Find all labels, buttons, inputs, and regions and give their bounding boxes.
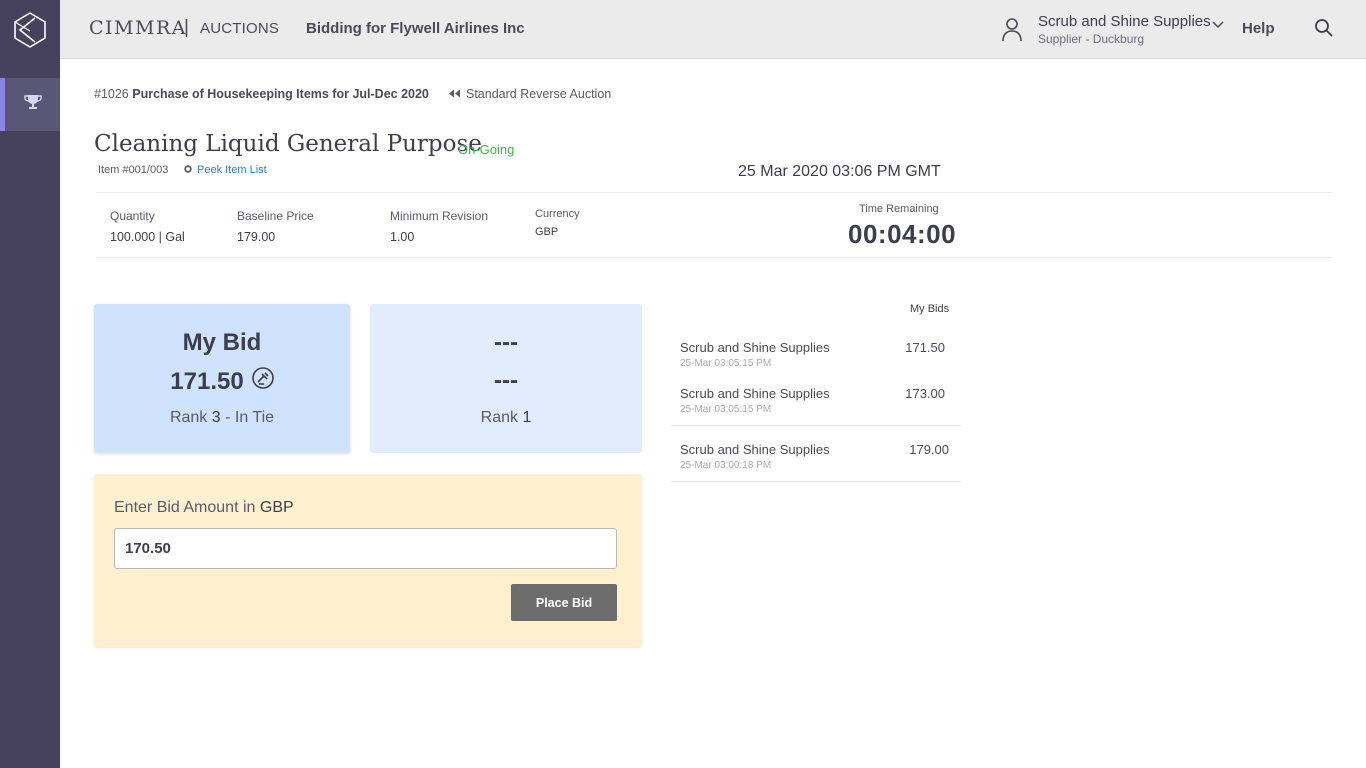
rank-tie-note: - In Tie [225,409,275,426]
baseline-price-value: 179.00 [237,230,276,244]
rank-number: 3 [211,409,221,426]
bid-amount-input[interactable] [114,528,617,569]
module-name[interactable]: AUCTIONS [200,20,279,37]
chevron-down-icon[interactable] [1212,16,1224,34]
minimum-revision-label: Minimum Revision [390,209,489,223]
rank-number: 1 [522,409,532,426]
currency-field: Currency GBP [535,208,580,238]
rewind-icon [448,87,461,101]
quantity-label: Quantity [110,209,155,223]
currency-label: Currency [535,208,580,220]
circle-dot-icon [184,164,192,176]
top-rank-card: --- --- Rank 1 [370,304,642,453]
auto-bid-icon[interactable] [251,367,274,396]
auction-datetime: 25 Mar 2020 03:06 PM GMT [738,163,941,180]
bid-supplier: Scrub and Shine Supplies [680,442,830,457]
time-remaining-value: 00:04:00 [848,219,957,249]
my-bids-title: My Bids [910,303,950,315]
my-bid-title: My Bid [182,329,262,356]
search-icon[interactable] [1314,18,1334,43]
item-number: Item #001/003 [98,164,169,176]
quantity-field: Quantity 100.000 | Gal [110,209,185,244]
cimmra-logo-icon[interactable] [0,0,60,60]
minimum-revision-field: Minimum Revision 1.00 [390,209,488,244]
bid-history-row: Scrub and Shine Supplies 25-Mar 03:05:15… [670,386,962,422]
bid-amount: 173.00 [905,386,945,401]
bid-history-row: Scrub and Shine Supplies 25-Mar 03:05:15… [670,340,962,376]
top-bid-amount: --- [494,367,518,394]
brand-separator: | [184,17,189,38]
bid-amount-label: Enter Bid Amount in GBP [114,499,294,517]
auction-number: #1026 [94,87,129,101]
bid-amount: 179.00 [909,442,949,457]
item-title: Cleaning Liquid General Purpose [94,131,482,157]
bid-time: 25-Mar 03:05:15 PM [680,358,772,369]
top-bar: CIMMRA | AUCTIONS Bidding for Flywell Ai… [60,0,1366,59]
top-bid-line1: --- [494,329,518,356]
bid-currency: GBP [259,499,294,516]
status-badge: On-Going [458,142,515,157]
item-details: Quantity 100.000 | Gal Baseline Price 17… [96,192,1332,258]
bid-supplier: Scrub and Shine Supplies [680,386,830,401]
auction-breadcrumb: #1026 Purchase of Housekeeping Items for… [94,87,429,101]
my-bid-rank: Rank 3 - In Tie [94,409,350,427]
bid-amount-label-text: Enter Bid Amount in [114,499,256,516]
place-bid-button[interactable]: Place Bid [511,584,617,621]
my-bid-amount: 171.50 [170,367,244,395]
top-bid-line2: --- [370,367,642,395]
my-bid-amount-row: 171.50 [94,367,350,396]
bid-time: 25-Mar 03:00:18 PM [680,460,772,471]
currency-value: GBP [535,226,559,238]
bid-history-row: Scrub and Shine Supplies 25-Mar 03:00:18… [670,442,962,478]
bids-divider [670,425,962,426]
time-remaining-label: Time Remaining [859,203,939,215]
trophy-icon [23,94,42,115]
my-bid-card: My Bid 171.50 Rank 3 - In Tie [94,304,350,453]
user-icon[interactable] [1001,16,1023,47]
brand-name[interactable]: CIMMRA [89,17,187,39]
bid-supplier: Scrub and Shine Supplies [680,340,830,355]
auction-type-label: Standard Reverse Auction [466,87,612,101]
bid-entry-panel: Enter Bid Amount in GBP Place Bid [94,474,642,647]
user-menu-name[interactable]: Scrub and Shine Supplies [1038,13,1211,30]
user-role: Supplier - Duckburg [1038,32,1145,46]
minimum-revision-value: 1.00 [390,230,415,244]
auction-name[interactable]: Purchase of Housekeeping Items for Jul-D… [132,87,429,101]
bid-time: 25-Mar 03:05:15 PM [680,404,772,415]
nav-auctions[interactable] [0,78,60,131]
peek-item-list-link[interactable]: Peek Item List [184,164,267,176]
help-link[interactable]: Help [1242,20,1275,37]
baseline-price-field: Baseline Price 179.00 [237,209,314,244]
rank-prefix: Rank [480,409,518,426]
top-bid-rank: Rank 1 [370,409,642,427]
bids-divider [670,481,962,482]
side-rail [0,0,60,768]
baseline-price-label: Baseline Price [237,209,314,223]
auction-type: Standard Reverse Auction [448,87,611,101]
peek-item-list-label: Peek Item List [197,164,267,176]
quantity-value: 100.000 | Gal [110,230,185,244]
page-context-title: Bidding for Flywell Airlines Inc [306,20,525,37]
bid-amount: 171.50 [905,340,945,355]
rank-prefix: Rank [169,409,208,426]
